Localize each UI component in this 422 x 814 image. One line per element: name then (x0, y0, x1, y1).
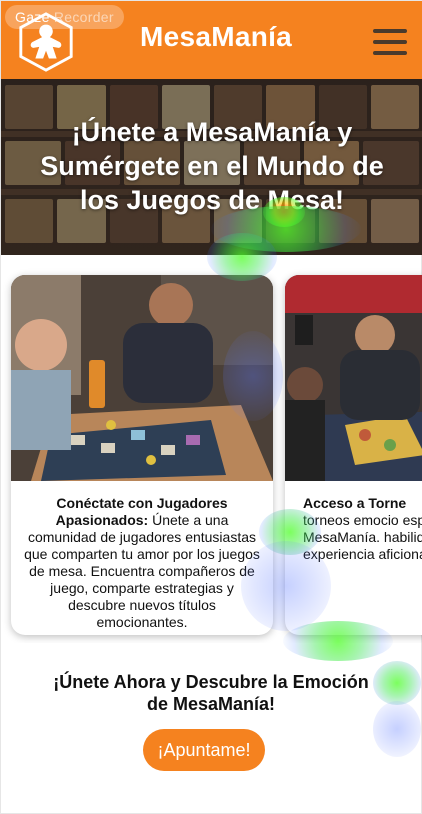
brand-title[interactable]: MesaManía (101, 21, 331, 53)
app-header: Gaze Recorder MesaManía (1, 1, 422, 79)
cta-title: ¡Únete Ahora y Descubre la Emoción de Me… (53, 672, 369, 714)
hamburger-menu-icon[interactable] (373, 29, 407, 55)
feature-carousel[interactable]: Conéctate con Jugadores Apasionados: Úne… (1, 263, 422, 643)
feature-card[interactable]: Conéctate con Jugadores Apasionados: Úne… (11, 275, 273, 635)
card-description: Acceso a Tornetorneos emocio especiales … (285, 481, 422, 563)
tournament-photo (285, 275, 422, 481)
players-photo (11, 275, 273, 481)
gaze-label: Gaze (15, 9, 50, 25)
feature-card[interactable]: Acceso a Tornetorneos emocio especiales … (285, 275, 422, 635)
hero-banner: ¡Únete a MesaManía y Sumérgete en el Mun… (1, 79, 422, 255)
hero-title: ¡Únete a MesaManía y Sumérgete en el Mun… (40, 117, 384, 215)
card-heading: Acceso a Torne (303, 495, 407, 511)
card-body: torneos emocio especiales e MesaManía. h… (303, 512, 422, 562)
card-description: Conéctate con Jugadores Apasionados: Úne… (11, 481, 273, 631)
card-body: Únete a una comunidad de jugadores entus… (24, 512, 260, 630)
join-button[interactable]: ¡Apuntame! (143, 729, 265, 771)
page: Gaze Recorder MesaManía ¡Únete a MesaMan… (0, 0, 422, 814)
